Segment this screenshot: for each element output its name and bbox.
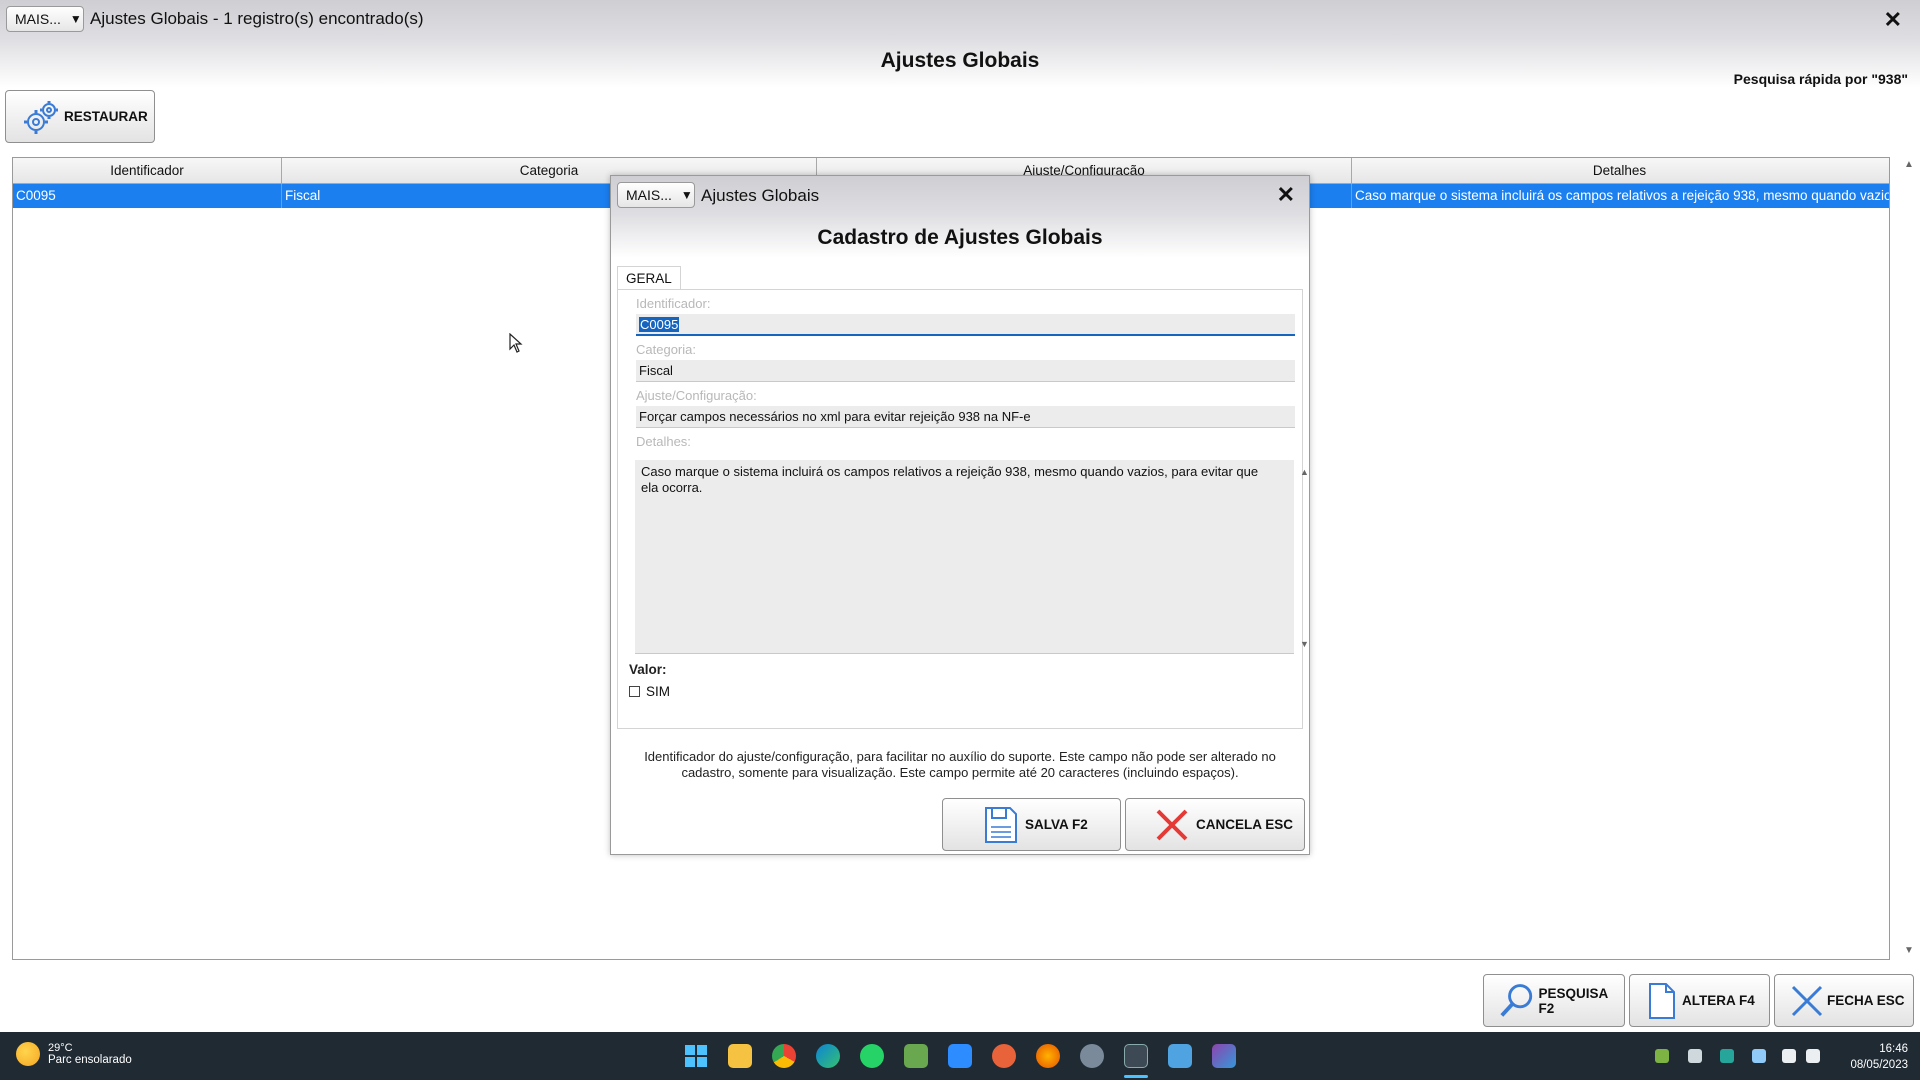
edit-label: ALTERA F4 bbox=[1682, 993, 1755, 1008]
column-header-identificador[interactable]: Identificador bbox=[13, 158, 282, 184]
security-shield-icon[interactable] bbox=[1720, 1049, 1734, 1063]
main-mais-button[interactable]: MAIS... ▼ bbox=[6, 6, 84, 32]
main-mais-label: MAIS... bbox=[15, 11, 61, 27]
dialog-heading: Cadastro de Ajustes Globais bbox=[817, 226, 1103, 249]
categoria-field[interactable]: Fiscal bbox=[636, 360, 1295, 382]
dialog-title: Ajustes Globais bbox=[701, 186, 820, 205]
dialog-mais-button[interactable]: MAIS... ▼ bbox=[617, 182, 695, 208]
magnifier-icon bbox=[1500, 983, 1533, 1017]
sim-checkbox[interactable]: SIM bbox=[629, 684, 670, 699]
spreadsheet-app-icon[interactable] bbox=[904, 1044, 928, 1068]
network-icon[interactable] bbox=[1782, 1049, 1796, 1063]
floppy-disk-icon bbox=[985, 806, 1017, 843]
ajuste-label: Ajuste/Configuração: bbox=[636, 388, 757, 403]
main-close-icon[interactable]: ✕ bbox=[1884, 7, 1902, 33]
battery-icon[interactable] bbox=[1688, 1049, 1702, 1063]
search-button[interactable]: PESQUISA F2 bbox=[1483, 974, 1625, 1027]
firefox-icon[interactable] bbox=[1036, 1044, 1060, 1068]
weather-widget[interactable]: 29°C Parc ensolarado bbox=[16, 1042, 132, 1066]
chrome-icon[interactable] bbox=[772, 1044, 796, 1068]
remote-app-icon[interactable] bbox=[948, 1044, 972, 1068]
scroll-down-icon[interactable]: ▼ bbox=[1300, 636, 1309, 652]
main-window-title: Ajustes Globais - 1 registro(s) encontra… bbox=[90, 9, 424, 28]
categoria-label: Categoria: bbox=[636, 342, 696, 357]
search-label: PESQUISA F2 bbox=[1538, 985, 1608, 1016]
ajuste-field[interactable]: Forçar campos necessários no xml para ev… bbox=[636, 406, 1295, 428]
cell-identificador: C0095 bbox=[13, 184, 282, 208]
gears-icon bbox=[24, 100, 58, 134]
weather-temperature: 29°C bbox=[48, 1042, 73, 1054]
sim-label: SIM bbox=[646, 684, 671, 699]
partly-sunny-icon bbox=[16, 1042, 40, 1066]
settings-dialog: MAIS... ▼ Ajustes Globais ✕ Cadastro de … bbox=[610, 175, 1310, 855]
identificador-label: Identificador: bbox=[636, 296, 711, 311]
whatsapp-icon[interactable] bbox=[860, 1044, 884, 1068]
save-label: SALVA F2 bbox=[1025, 817, 1088, 832]
cell-detalhes: Caso marque o sistema incluirá os campos… bbox=[1355, 188, 1889, 203]
caret-down-icon: ▼ bbox=[680, 188, 693, 202]
edit-button[interactable]: ALTERA F4 bbox=[1629, 974, 1770, 1027]
main-page-heading: Ajustes Globais bbox=[880, 49, 1040, 72]
identificador-field[interactable]: C0095 bbox=[636, 314, 1295, 336]
detalhes-value: Caso marque o sistema incluirá os campos… bbox=[641, 464, 1259, 495]
clock-time: 16:46 bbox=[1879, 1043, 1908, 1055]
weather-description: Parc ensolarado bbox=[48, 1054, 132, 1066]
close-button[interactable]: FECHA ESC bbox=[1774, 974, 1914, 1027]
file-explorer-icon[interactable] bbox=[728, 1044, 752, 1068]
volume-icon[interactable] bbox=[1806, 1049, 1820, 1063]
identificador-value: C0095 bbox=[639, 317, 680, 332]
settings-gear-icon[interactable] bbox=[1080, 1044, 1104, 1068]
cloud-icon[interactable] bbox=[1752, 1049, 1766, 1063]
mouse-cursor-icon bbox=[509, 333, 523, 353]
windows-start-icon[interactable] bbox=[684, 1044, 708, 1068]
main-titlebar: MAIS... ▼ Ajustes Globais - 1 registro(s… bbox=[0, 0, 1920, 38]
field-help-text: Identificador do ajuste/configuração, pa… bbox=[644, 749, 1276, 780]
tray-app-icon[interactable] bbox=[1655, 1049, 1669, 1063]
active-app-indicator bbox=[1124, 1075, 1148, 1078]
scroll-down-icon[interactable]: ▼ bbox=[1904, 945, 1914, 956]
column-header-detalhes[interactable]: Detalhes bbox=[1352, 158, 1887, 184]
dialog-mais-label: MAIS... bbox=[626, 187, 672, 203]
anydesk-like-icon[interactable] bbox=[992, 1044, 1016, 1068]
dialog-close-icon[interactable]: ✕ bbox=[1277, 182, 1295, 208]
save-button[interactable]: SALVA F2 bbox=[942, 798, 1121, 851]
checkbox-box[interactable] bbox=[629, 686, 640, 697]
scroll-up-icon[interactable]: ▲ bbox=[1904, 159, 1914, 170]
dialog-titlebar: MAIS... ▼ Ajustes Globais ✕ bbox=[611, 176, 1309, 214]
taskbar: 29°C Parc ensolarado 16:46 08/05/2023 bbox=[0, 1032, 1920, 1080]
scroll-up-icon[interactable]: ▲ bbox=[1300, 464, 1309, 480]
grid-vertical-scrollbar[interactable]: ▲ ▼ bbox=[1898, 155, 1920, 960]
cancel-x-icon bbox=[1156, 809, 1188, 840]
caret-down-icon: ▼ bbox=[69, 12, 82, 26]
clock-date: 08/05/2023 bbox=[1850, 1059, 1908, 1071]
cancel-label: CANCELA ESC bbox=[1196, 817, 1294, 832]
restore-button[interactable]: RESTAURAR bbox=[5, 90, 155, 143]
video-editor-icon[interactable] bbox=[1212, 1044, 1236, 1068]
edge-icon[interactable] bbox=[816, 1044, 840, 1068]
document-icon bbox=[1649, 982, 1675, 1019]
clock[interactable]: 16:46 08/05/2023 bbox=[1850, 1041, 1908, 1073]
cancel-button[interactable]: CANCELA ESC bbox=[1125, 798, 1305, 851]
detalhes-label: Detalhes: bbox=[636, 434, 691, 449]
restore-label: RESTAURAR bbox=[64, 109, 148, 124]
quick-search-status: Pesquisa rápida por "938" bbox=[1733, 71, 1908, 87]
detalhes-textarea[interactable]: Caso marque o sistema incluirá os campos… bbox=[635, 460, 1309, 654]
notepad-icon[interactable] bbox=[1168, 1044, 1192, 1068]
erp-app-icon[interactable] bbox=[1124, 1044, 1148, 1068]
close-label: FECHA ESC bbox=[1827, 993, 1905, 1008]
valor-label: Valor: bbox=[629, 662, 667, 677]
detalhes-scrollbar[interactable]: ▲ ▼ bbox=[1295, 460, 1313, 654]
tab-geral[interactable]: GERAL bbox=[617, 266, 681, 290]
close-x-icon bbox=[1791, 985, 1823, 1016]
